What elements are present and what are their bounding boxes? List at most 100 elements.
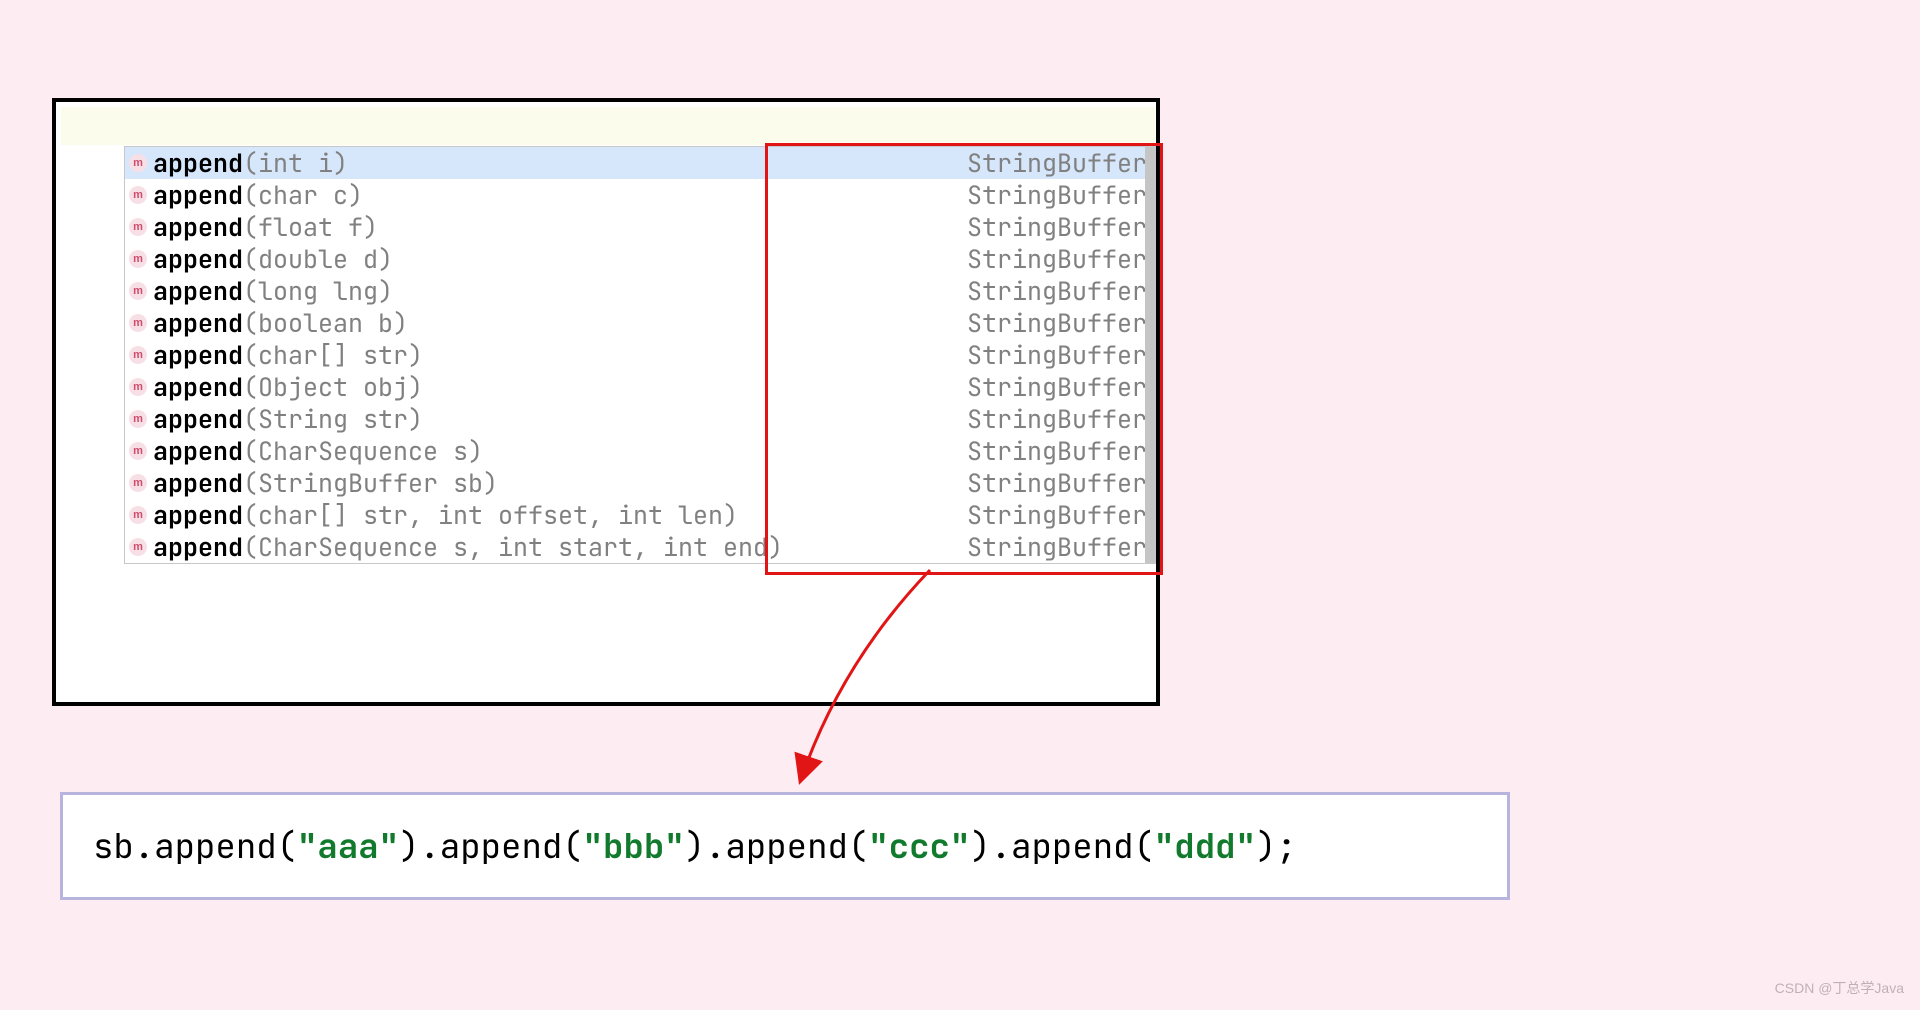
code-token-punc: . (419, 824, 439, 869)
code-token-call: append (440, 824, 562, 869)
method-icon: m (129, 250, 147, 268)
autocomplete-signature: append(char[] str, int offset, int len) (153, 499, 967, 531)
autocomplete-signature: append(double d) (153, 243, 967, 275)
autocomplete-return-type: StringBuffer (967, 403, 1147, 435)
code-token-punc: . (705, 824, 725, 869)
autocomplete-signature: append(String str) (153, 403, 967, 435)
autocomplete-params: (String str) (243, 402, 423, 436)
autocomplete-item[interactable]: mappend(float f)StringBuffer (125, 211, 1155, 243)
code-token-call: append (1011, 824, 1133, 869)
autocomplete-return-type: StringBuffer (967, 371, 1147, 403)
code-token-punc: ) (399, 824, 419, 869)
autocomplete-method-name: append (153, 274, 243, 308)
popup-scrollbar-thumb[interactable] (1145, 147, 1155, 563)
autocomplete-params: (char c) (243, 178, 363, 212)
autocomplete-params: (char[] str) (243, 338, 423, 372)
autocomplete-return-type: StringBuffer (967, 467, 1147, 499)
editor-panel: sb.append mappend(int i)StringBuffermapp… (52, 98, 1160, 706)
autocomplete-item[interactable]: mappend(Object obj)StringBuffer (125, 371, 1155, 403)
autocomplete-params: (StringBuffer sb) (243, 466, 498, 500)
watermark-text: CSDN @丁总学Java (1775, 978, 1904, 998)
autocomplete-return-type: StringBuffer (967, 435, 1147, 467)
method-icon: m (129, 346, 147, 364)
autocomplete-item[interactable]: mappend(double d)StringBuffer (125, 243, 1155, 275)
autocomplete-signature: append(CharSequence s) (153, 435, 967, 467)
autocomplete-return-type: StringBuffer (967, 147, 1147, 179)
autocomplete-item[interactable]: mappend(CharSequence s, int start, int e… (125, 531, 1155, 563)
method-icon: m (129, 154, 147, 172)
code-token-punc: ) (970, 824, 990, 869)
code-token-punc: ) (685, 824, 705, 869)
code-token-str: "bbb" (583, 824, 685, 869)
autocomplete-return-type: StringBuffer (967, 499, 1147, 531)
autocomplete-return-type: StringBuffer (967, 243, 1147, 275)
autocomplete-item[interactable]: mappend(boolean b)StringBuffer (125, 307, 1155, 339)
autocomplete-params: (int i) (243, 146, 348, 180)
autocomplete-signature: append(Object obj) (153, 371, 967, 403)
code-token-punc: ( (848, 824, 868, 869)
autocomplete-item[interactable]: mappend(char c)StringBuffer (125, 179, 1155, 211)
autocomplete-params: (Object obj) (243, 370, 423, 404)
autocomplete-signature: append(int i) (153, 147, 967, 179)
autocomplete-method-name: append (153, 498, 243, 532)
autocomplete-method-name: append (153, 306, 243, 340)
popup-scrollbar[interactable] (1145, 147, 1155, 563)
method-icon: m (129, 282, 147, 300)
autocomplete-method-name: append (153, 210, 243, 244)
autocomplete-params: (long lng) (243, 274, 393, 308)
autocomplete-return-type: StringBuffer (967, 531, 1147, 563)
code-token-call: append (154, 824, 276, 869)
autocomplete-popup[interactable]: mappend(int i)StringBuffermappend(char c… (124, 146, 1156, 564)
autocomplete-signature: append(StringBuffer sb) (153, 467, 967, 499)
code-token-id: sb (93, 824, 134, 869)
autocomplete-return-type: StringBuffer (967, 275, 1147, 307)
method-icon: m (129, 378, 147, 396)
autocomplete-method-name: append (153, 466, 243, 500)
autocomplete-params: (char[] str, int offset, int len) (243, 498, 738, 532)
code-token-punc: ( (1134, 824, 1154, 869)
autocomplete-signature: append(long lng) (153, 275, 967, 307)
method-icon: m (129, 442, 147, 460)
code-token-str: "aaa" (297, 824, 399, 869)
autocomplete-method-name: append (153, 370, 243, 404)
autocomplete-signature: append(char[] str) (153, 339, 967, 371)
autocomplete-params: (float f) (243, 210, 378, 244)
autocomplete-method-name: append (153, 178, 243, 212)
code-token-punc: ( (277, 824, 297, 869)
code-token-punc: ) (1256, 824, 1276, 869)
code-input-line[interactable]: sb.append (61, 107, 1155, 145)
autocomplete-item[interactable]: m append(int i)StringBuffer (125, 147, 1155, 179)
code-token-punc: . (134, 824, 154, 869)
method-icon: m (129, 218, 147, 236)
autocomplete-params: (CharSequence s) (243, 434, 483, 468)
autocomplete-item[interactable]: mappend(String str)StringBuffer (125, 403, 1155, 435)
autocomplete-return-type: StringBuffer (967, 339, 1147, 371)
method-icon: m (129, 474, 147, 492)
method-icon: m (129, 314, 147, 332)
autocomplete-method-name: append (153, 434, 243, 468)
autocomplete-signature: append(CharSequence s, int start, int en… (153, 531, 967, 563)
autocomplete-item[interactable]: mappend(char[] str, int offset, int len)… (125, 499, 1155, 531)
code-token-call: append (725, 824, 847, 869)
autocomplete-signature: append(boolean b) (153, 307, 967, 339)
autocomplete-item[interactable]: mappend(StringBuffer sb)StringBuffer (125, 467, 1155, 499)
autocomplete-item[interactable]: mappend(char[] str)StringBuffer (125, 339, 1155, 371)
autocomplete-item[interactable]: mappend(long lng)StringBuffer (125, 275, 1155, 307)
autocomplete-params: (CharSequence s, int start, int end) (243, 530, 783, 564)
autocomplete-params: (boolean b) (243, 306, 408, 340)
autocomplete-return-type: StringBuffer (967, 307, 1147, 339)
method-icon: m (129, 538, 147, 556)
autocomplete-method-name: append (153, 530, 243, 564)
code-token-punc: ( (562, 824, 582, 869)
code-token-punc: ; (1276, 824, 1296, 869)
code-token-punc: . (991, 824, 1011, 869)
autocomplete-method-name: append (153, 242, 243, 276)
code-token-str: "ddd" (1154, 824, 1256, 869)
autocomplete-params: (double d) (243, 242, 393, 276)
autocomplete-method-name: append (153, 338, 243, 372)
chained-code-block: sb.append("aaa").append("bbb").append("c… (60, 792, 1510, 900)
autocomplete-item[interactable]: mappend(CharSequence s)StringBuffer (125, 435, 1155, 467)
method-icon: m (129, 506, 147, 524)
autocomplete-signature: append(float f) (153, 211, 967, 243)
autocomplete-method-name: append (153, 402, 243, 436)
